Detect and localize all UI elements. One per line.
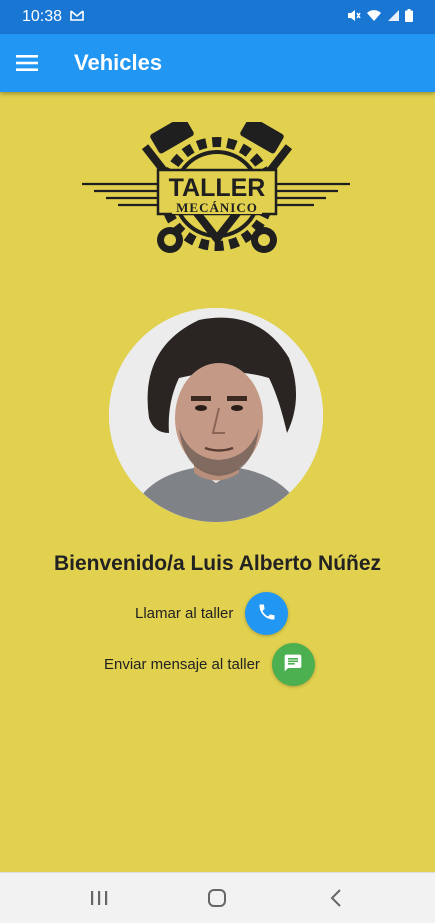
gmail-icon — [70, 8, 84, 26]
logo-subtitle: MECÁNICO — [176, 200, 258, 215]
recents-icon[interactable] — [79, 878, 119, 918]
status-time: 10:38 — [22, 8, 63, 25]
signal-icon — [387, 9, 400, 25]
welcome-message: Bienvenido/a Luis Alberto Núñez — [53, 552, 382, 575]
app-bar: Vehicles — [0, 34, 435, 92]
message-workshop-label: Enviar mensaje al taller — [104, 656, 260, 673]
call-workshop-label: Llamar al taller — [135, 605, 234, 622]
hamburger-menu-icon[interactable] — [0, 34, 54, 92]
status-icons — [347, 9, 413, 25]
message-button[interactable] — [271, 643, 315, 686]
status-left: 10:38 — [22, 8, 84, 26]
mute-icon — [347, 9, 361, 25]
main-content: TALLER MECÁNICO Bienvenido/a Luis Albert… — [0, 92, 435, 872]
taller-mecanico-logo: TALLER MECÁNICO — [82, 116, 352, 267]
back-icon[interactable] — [316, 878, 356, 918]
status-bar: 10:38 — [0, 0, 435, 34]
call-workshop-row: Llamar al taller — [135, 592, 289, 635]
phone-icon — [257, 602, 277, 626]
battery-icon — [405, 9, 413, 25]
chat-icon — [283, 653, 303, 677]
avatar — [109, 308, 323, 522]
logo-title: TALLER — [169, 174, 266, 202]
system-nav-bar — [0, 872, 435, 923]
page-title: Vehicles — [74, 50, 163, 75]
call-button[interactable] — [245, 592, 289, 635]
message-workshop-row: Enviar mensaje al taller — [104, 643, 315, 686]
wifi-icon — [366, 9, 382, 25]
home-icon[interactable] — [197, 878, 237, 918]
